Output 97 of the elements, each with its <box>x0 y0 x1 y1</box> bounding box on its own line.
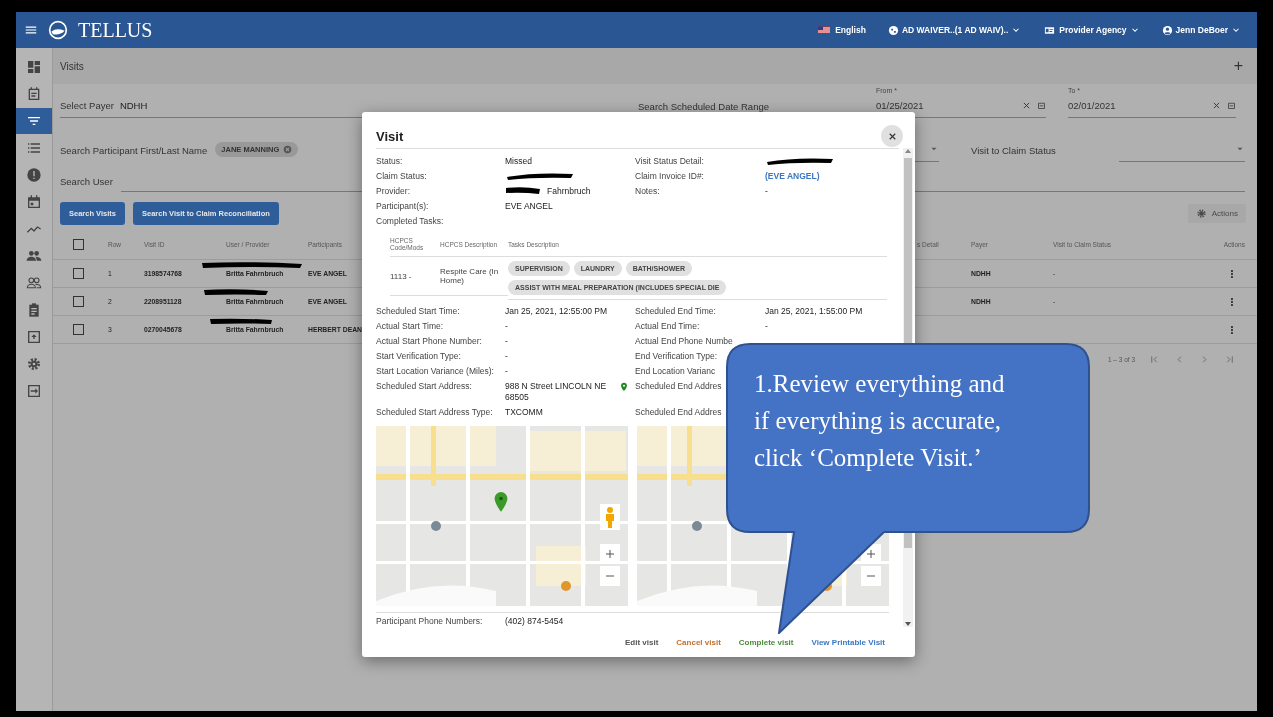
row-checkbox[interactable] <box>72 296 84 307</box>
exit-icon <box>26 383 42 399</box>
row-checkbox[interactable] <box>72 324 84 335</box>
gear-icon <box>1195 208 1207 219</box>
settings-icon <box>26 356 42 372</box>
detail-value: - <box>765 321 769 332</box>
detail-label: End Location Varianc <box>635 366 717 377</box>
detail-value: - <box>505 351 509 362</box>
detail-value: Jan 25, 2021, 1:55:00 PM <box>765 306 864 317</box>
detail-label: Actual End Phone Numbe <box>635 336 734 347</box>
account-icon <box>1161 24 1173 36</box>
redaction-mark <box>765 156 835 165</box>
detail-value: - <box>505 366 509 377</box>
detail-value: Jan 25, 2021, 12:55:00 PM <box>505 306 609 317</box>
dialog-action[interactable]: Complete visit <box>738 637 794 647</box>
list-icon <box>26 140 42 156</box>
role-menu[interactable]: Provider Agency <box>1037 24 1146 36</box>
detail-label: Scheduled Start Address: <box>376 381 473 392</box>
dialog-action[interactable]: Cancel visit <box>676 637 721 647</box>
detail-label: Scheduled Start Address Type: <box>376 407 494 418</box>
detail-value: - <box>505 336 509 347</box>
detail-label: Start Location Variance (Miles): <box>376 366 495 377</box>
calendar-icon <box>1227 100 1236 110</box>
claim-invoice-link[interactable]: (EVE ANGEL) <box>765 171 899 182</box>
people-outline-icon <box>26 275 42 291</box>
select-all-checkbox[interactable] <box>72 238 84 250</box>
to-date-field[interactable]: 02/01/2021 <box>1068 96 1236 118</box>
detail-label: Participant(s): <box>376 201 430 212</box>
id-card-icon <box>1043 24 1057 36</box>
add-button[interactable]: + <box>1229 57 1247 75</box>
detail-label: Start Verification Type: <box>376 351 462 362</box>
participant-search-label: Search Participant First/Last Name <box>60 145 208 158</box>
detail-label: Notes: <box>635 186 661 197</box>
detail-value: - <box>765 186 769 197</box>
clear-icon <box>1212 100 1221 110</box>
page-title: Visits <box>60 60 84 72</box>
plus-icon <box>865 548 877 560</box>
flag-icon <box>816 24 833 36</box>
logo-icon <box>48 20 68 40</box>
dialog-action[interactable]: Edit visit <box>625 637 659 647</box>
location-pin-icon <box>619 381 629 393</box>
detail-value: TXCOMM <box>505 407 544 418</box>
detail-label: Claim Invoice ID#: <box>635 171 705 182</box>
redaction-mark <box>505 171 575 180</box>
scroll-down-icon[interactable] <box>904 621 912 627</box>
detail-label: Actual Start Phone Number: <box>376 336 483 347</box>
user-menu[interactable]: Jenn DeBoer <box>1155 24 1247 36</box>
detail-value: - <box>505 321 509 332</box>
calendar-icon <box>1037 100 1046 110</box>
table-cell-text: Respite Care (In Home) <box>440 267 500 285</box>
detail-value: EVE ANGEL <box>505 201 554 212</box>
scroll-up-icon[interactable] <box>904 148 912 154</box>
date-range-label: Search Scheduled Date Range <box>638 99 770 114</box>
callout-text: 1.Review everything and if everything is accurate, click ‘Complete Visit.’ <box>754 369 1006 473</box>
note-icon <box>26 86 42 102</box>
close-button[interactable] <box>881 125 903 147</box>
people-icon <box>26 248 42 264</box>
dashboard-icon <box>26 59 42 75</box>
clipboard-icon <box>26 302 42 318</box>
detail-label: Completed Tasks: <box>376 216 445 227</box>
program-menu[interactable]: AD WAIVER..(1 AD WAIV).. <box>881 24 1028 36</box>
redaction-mark <box>202 288 270 296</box>
detail-label: End Verification Type: <box>635 351 719 362</box>
alert-icon <box>26 167 42 183</box>
detail-label: Actual End Time: <box>635 321 701 332</box>
sidebar-item[interactable] <box>16 108 52 134</box>
first-page-icon <box>1149 354 1160 365</box>
table-cell: 1113 - <box>390 271 412 281</box>
claim-status-label: Visit to Claim Status <box>971 145 1057 158</box>
user-search-label: Search User <box>60 176 113 189</box>
detail-value: (402) 874-5454 <box>505 616 565 626</box>
detail-value: 988 N Street LINCOLN NE 68505 <box>505 381 608 403</box>
detail-value: Missed <box>505 156 533 167</box>
last-page-icon <box>1224 354 1235 365</box>
detail-label: Provider: <box>376 186 411 197</box>
redaction-mark <box>208 317 274 325</box>
clear-icon <box>1022 100 1031 110</box>
plus-icon <box>604 548 616 560</box>
redaction-mark <box>505 186 541 195</box>
app-brand: TELLUS <box>78 18 153 42</box>
upload-box-icon <box>26 329 42 345</box>
detail-value: Fahrnbruch <box>547 186 591 197</box>
row-checkbox[interactable] <box>72 268 84 279</box>
detail-label: Claim Status: <box>376 171 428 182</box>
dialog-title: Visit <box>376 128 404 144</box>
detail-label: Scheduled End Addres <box>635 407 723 418</box>
globe-icon <box>887 24 899 36</box>
language-menu[interactable]: English <box>810 24 872 36</box>
detail-label: Participant Phone Numbers: <box>376 616 484 626</box>
dialog-action[interactable]: View Printable Visit <box>811 637 885 647</box>
remove-chip-icon <box>283 144 293 154</box>
detail-label: Visit Status Detail: <box>635 156 705 167</box>
detail-label: Actual Start Time: <box>376 321 445 332</box>
detail-label: Scheduled End Time: <box>635 306 717 317</box>
detail-label: Status: <box>376 156 404 167</box>
detail-label: Scheduled Start Time: <box>376 306 461 317</box>
calendar-icon <box>26 194 42 210</box>
